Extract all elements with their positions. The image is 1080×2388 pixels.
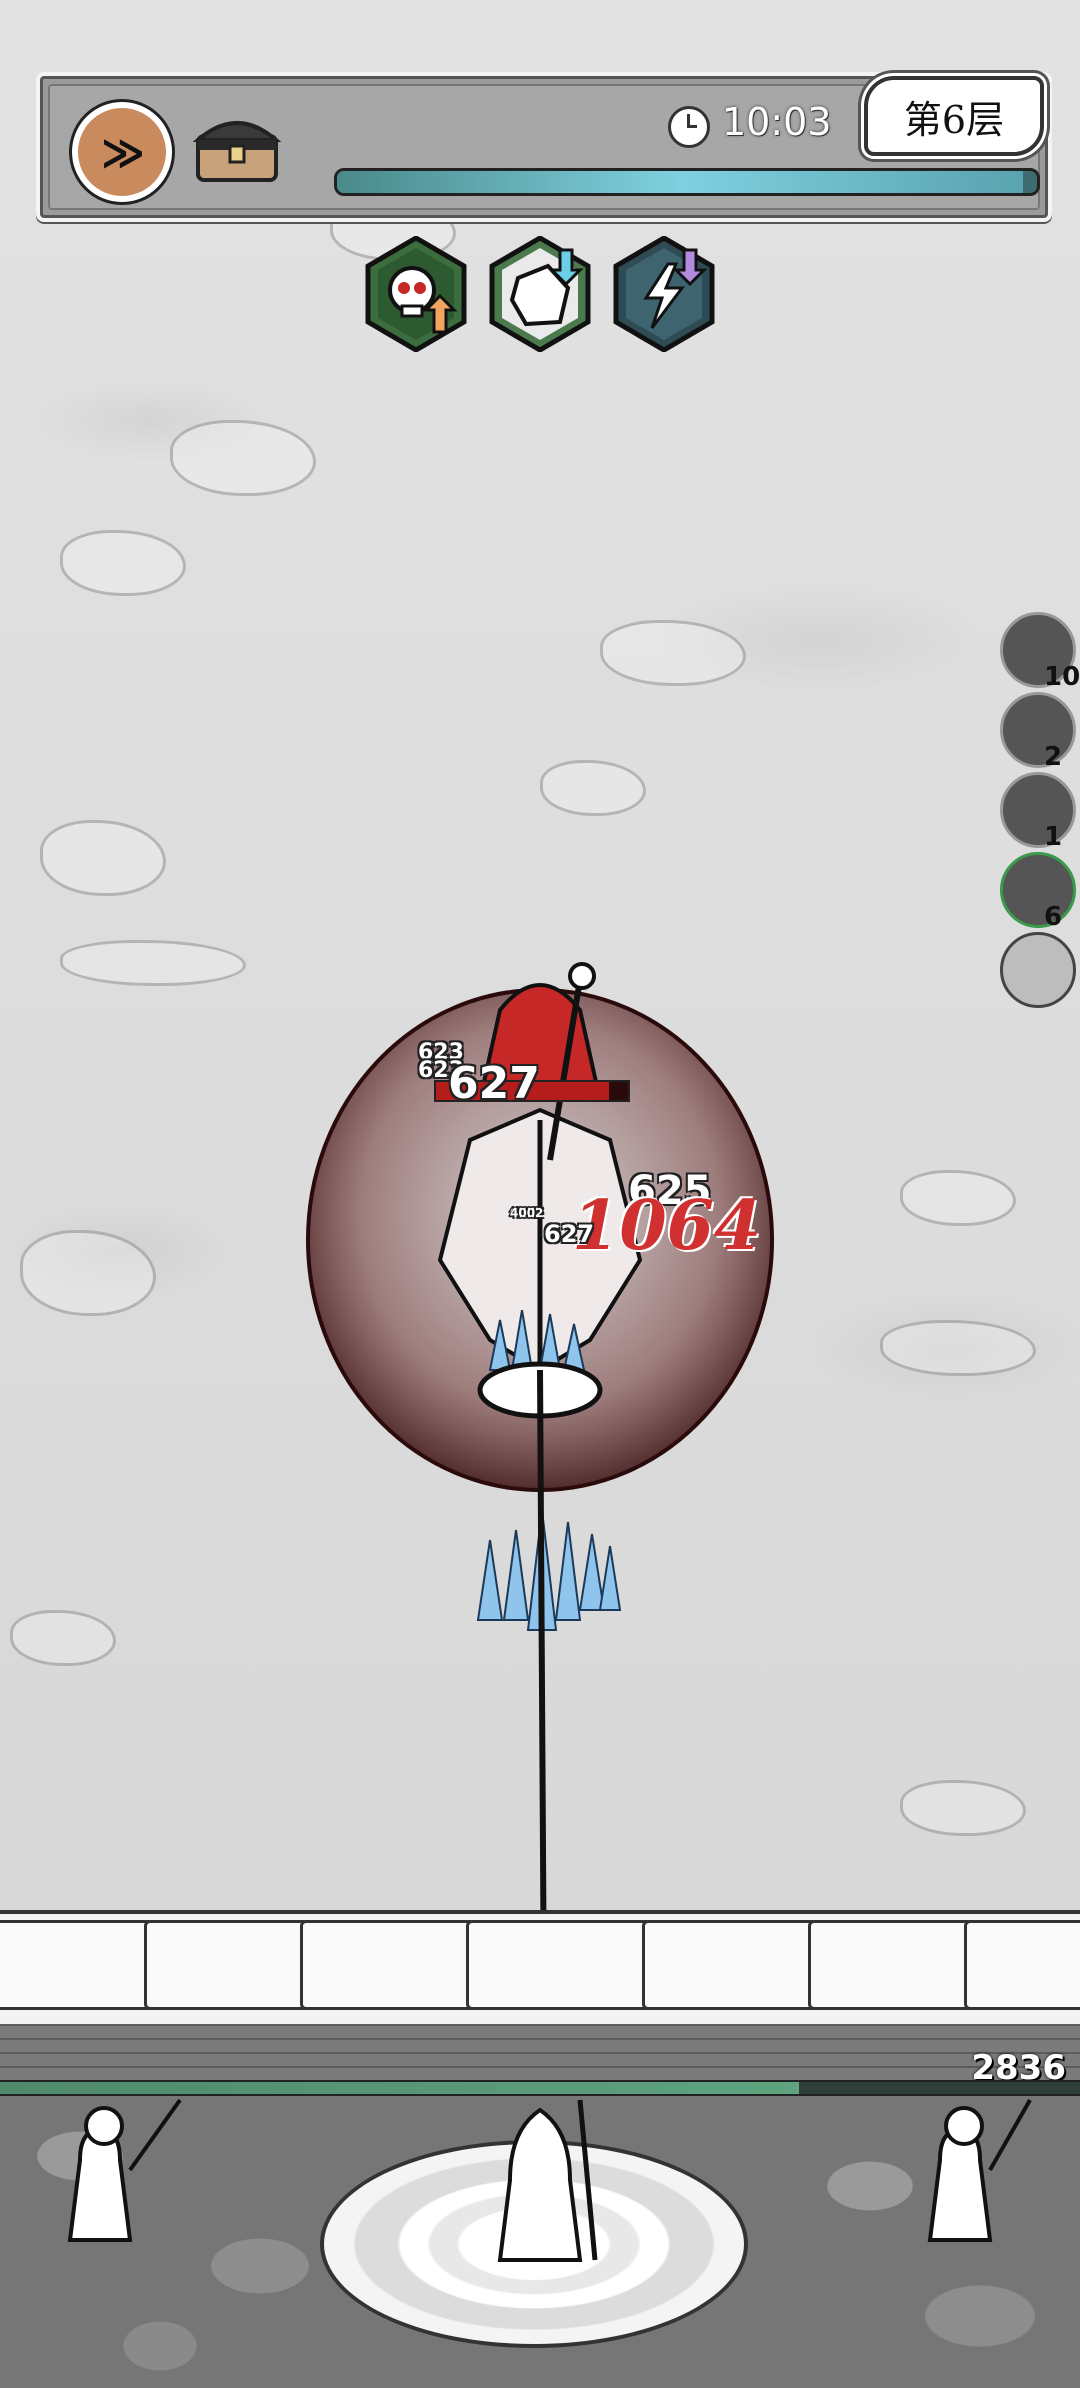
lightning-skill-count: 2 bbox=[1044, 742, 1063, 772]
treasure-chest-icon[interactable] bbox=[192, 106, 282, 186]
hero-archer-left[interactable] bbox=[40, 2090, 190, 2260]
lightning-skill-icon[interactable] bbox=[1000, 692, 1076, 768]
lightning-cooldown-down-icon[interactable] bbox=[612, 236, 716, 352]
energy-bar-fill bbox=[337, 171, 1023, 193]
spear-skill-icon[interactable] bbox=[1000, 852, 1076, 928]
wave-timer: 10:03 bbox=[722, 100, 832, 144]
fast-forward-icon: ≫ bbox=[101, 127, 145, 177]
stone-skill-count: 10 bbox=[1044, 662, 1080, 692]
spear-skill-count: 6 bbox=[1044, 902, 1063, 932]
floor-badge: 第6层 bbox=[864, 76, 1044, 156]
rock-burst-skill-icon[interactable] bbox=[1000, 772, 1076, 848]
top-hud: ≫ 10:03 第6层 bbox=[36, 72, 1052, 222]
stone-defense-down-icon[interactable] bbox=[488, 236, 592, 352]
energy-bar bbox=[334, 168, 1040, 196]
wall-walkway bbox=[0, 2024, 1080, 2082]
skull-attack-up-icon[interactable] bbox=[364, 236, 468, 352]
hero-mage-center[interactable] bbox=[470, 2090, 620, 2270]
damage-number: 627 bbox=[448, 1058, 540, 1109]
rock-burst-skill-count: 1 bbox=[1044, 822, 1063, 852]
floor-label: 第6层 bbox=[903, 97, 1005, 142]
hero-archer-right[interactable] bbox=[900, 2090, 1050, 2260]
damage-number: 627 bbox=[544, 1220, 595, 1248]
critical-damage-number: 1064 bbox=[572, 1186, 762, 1266]
clock-icon bbox=[668, 106, 710, 148]
damage-number: 4002 bbox=[510, 1206, 544, 1220]
city-wall bbox=[0, 1910, 1080, 2028]
empty-slot-icon bbox=[1000, 932, 1076, 1008]
speed-up-button[interactable]: ≫ bbox=[72, 102, 172, 202]
